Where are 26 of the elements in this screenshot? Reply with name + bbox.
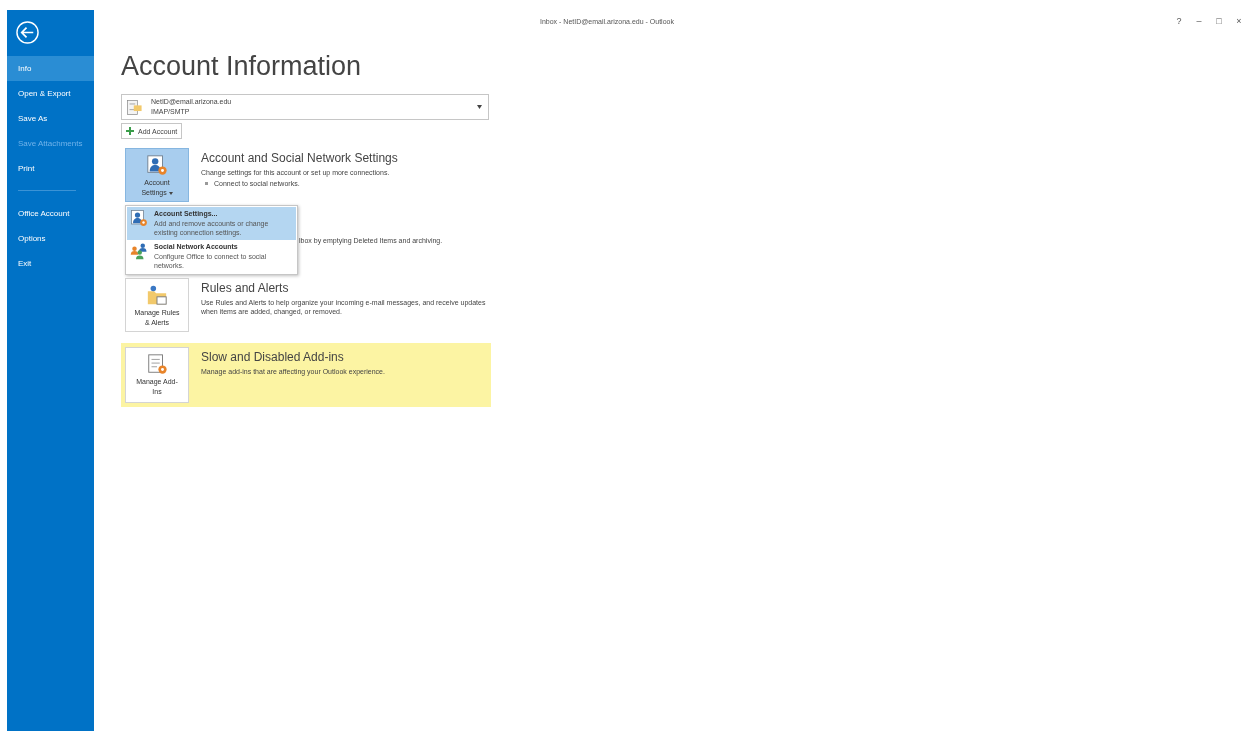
caret-icon [477, 105, 482, 109]
folder-bell-icon [146, 284, 168, 306]
sidebar-item[interactable]: Office Account [7, 201, 94, 226]
section-title: Account and Social Network Settings [201, 151, 399, 165]
sidebar-item[interactable]: Save As [7, 106, 94, 131]
sidebar-item[interactable]: Print [7, 156, 94, 181]
plus-icon [126, 127, 134, 135]
checklist-gear-icon [146, 353, 168, 375]
back-icon[interactable] [16, 21, 39, 44]
caret-icon [168, 192, 173, 195]
bullet-icon [205, 182, 208, 185]
maximize-button[interactable]: □ [1214, 16, 1224, 26]
account-gear-icon [130, 209, 148, 227]
section-title: Slow and Disabled Add-ins [201, 350, 345, 364]
sidebar-item[interactable]: Exit [7, 251, 94, 276]
people-icon [130, 242, 148, 260]
page-heading: Account Information [121, 50, 363, 82]
mailbox-icon [126, 98, 143, 116]
sidebar-item[interactable]: Info [7, 56, 94, 81]
help-button[interactable]: ? [1174, 16, 1184, 26]
sidebar-item[interactable]: Options [7, 226, 94, 251]
close-button[interactable]: × [1234, 16, 1244, 26]
sidebar-item[interactable]: Open & Export [7, 81, 94, 106]
minimize-button[interactable]: – [1194, 16, 1204, 26]
section-title: Rules and Alerts [201, 281, 290, 295]
account-gear-icon [146, 154, 168, 176]
